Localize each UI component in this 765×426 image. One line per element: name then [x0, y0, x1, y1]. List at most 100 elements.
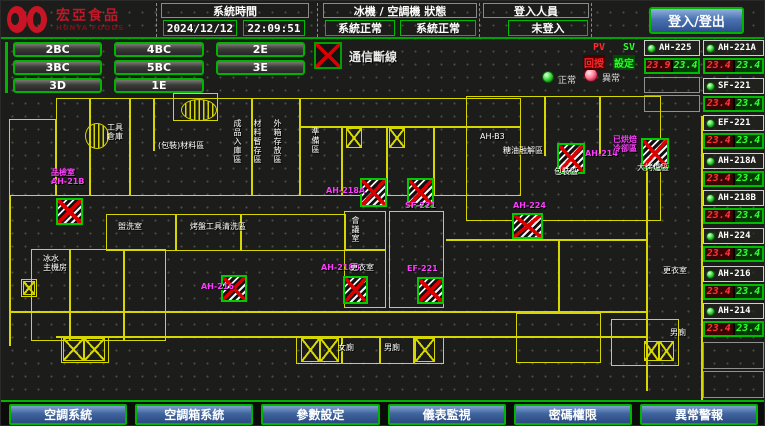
device-name-label: AH-218A: [718, 156, 756, 166]
zone-button-4bc[interactable]: 4BC: [114, 42, 203, 57]
stairwell-x-marker: [63, 338, 84, 361]
device-button-AH-221A[interactable]: AH-221A: [703, 40, 764, 56]
nav-button-1[interactable]: 空調系統: [9, 404, 127, 425]
sv-value: 23.4: [673, 60, 698, 72]
header-divider: [479, 3, 480, 37]
room-label: 準備區: [311, 127, 320, 154]
wall-segment: [379, 336, 381, 364]
normal-legend-label: 正常: [558, 73, 576, 86]
room-label: 男廁: [670, 328, 686, 337]
zone-button-2bc[interactable]: 2BC: [13, 42, 102, 57]
stairwell-x-marker: [644, 341, 659, 361]
nav-button-6[interactable]: 異常警報: [640, 404, 758, 425]
zone-button-3e[interactable]: 3E: [216, 60, 305, 75]
device-button-AH-214[interactable]: AH-214: [703, 303, 764, 319]
zone-button-3bc[interactable]: 3BC: [13, 60, 102, 75]
device-plan-label: AH-218A: [326, 186, 365, 195]
pv-value: 23.4: [705, 248, 733, 260]
pv-value: 23.4: [705, 135, 733, 147]
equipment-status-icon-5[interactable]: [417, 277, 444, 304]
system-time-label: 系統時間: [161, 3, 309, 18]
equipment-status-icon-0[interactable]: [56, 198, 83, 225]
header: 宏亞食品 HUNYA FOODS 系統時間 2024/12/12 22:09:5…: [1, 1, 765, 39]
device-values-AH-221A: 23.423.4: [703, 58, 764, 74]
equipment-status-icon-2[interactable]: [343, 276, 368, 304]
empty-slot: [703, 342, 764, 369]
device-values-AH-216: 23.423.4: [703, 284, 764, 300]
pv-legend-label: PV: [593, 42, 605, 53]
zone-button-3d[interactable]: 3D: [13, 78, 102, 93]
device-plan-label: 已烘焙 冷卻區: [613, 135, 637, 153]
sv-value: 23.4: [735, 248, 763, 260]
nav-button-5[interactable]: 密碼權限: [514, 404, 632, 425]
wall-segment: [241, 214, 346, 251]
room-label: 大烤爐區: [637, 163, 669, 172]
abnormal-led-icon: [584, 68, 598, 82]
bottom-nav: 空調系統空調箱系統參數設定儀表監視密碼權限異常警報: [1, 400, 765, 426]
device-name-label: AH-214: [718, 306, 751, 316]
zone-button-5bc[interactable]: 5BC: [114, 60, 203, 75]
normal-led-icon: [542, 71, 554, 83]
login-logout-button[interactable]: 登入/登出: [649, 7, 744, 34]
device-button-AH-218A[interactable]: AH-218A: [703, 153, 764, 169]
device-name-label: AH-225: [659, 43, 692, 53]
device-button-AH-218B[interactable]: AH-218B: [703, 190, 764, 206]
pv-value: 23.9: [646, 60, 671, 72]
device-button-EF-221[interactable]: EF-221: [703, 115, 764, 131]
sv-value: 23.4: [735, 286, 763, 298]
chiller-status-value: 系統正常: [325, 20, 395, 36]
sv-value: 23.4: [735, 98, 763, 110]
login-status-value: 未登入: [508, 20, 588, 36]
wall-segment: [9, 196, 11, 346]
device-button-AH-224[interactable]: AH-224: [703, 228, 764, 244]
machine-status-label: 冰機 / 空調機 狀態: [323, 3, 477, 18]
sv-value: 23.4: [735, 135, 763, 147]
zone-buttons: 2BC 4BC 2E 3BC 5BC 3E 3D 1E: [5, 42, 305, 93]
brand-logo: 宏亞食品 HUNYA FOODS: [5, 4, 124, 36]
device-button-SF-221[interactable]: SF-221: [703, 78, 764, 94]
stairwell-x-marker: [320, 338, 339, 362]
device-plan-label: AH-216: [201, 282, 234, 291]
room-label: 包裝區: [554, 167, 578, 176]
nav-button-2[interactable]: 空調箱系統: [135, 404, 253, 425]
feedback-legend-label: 回授: [583, 55, 605, 70]
status-led-icon: [706, 157, 715, 166]
status-led-icon: [706, 119, 715, 128]
wall-segment: [446, 239, 646, 241]
pv-value: 23.4: [705, 60, 733, 72]
wall-segment: [153, 98, 155, 151]
device-button-AH-216[interactable]: AH-216: [703, 266, 764, 282]
room-label: 盥洗室: [118, 222, 142, 231]
device-plan-label: EF-221: [407, 264, 438, 273]
device-values-SF-221: 23.423.4: [703, 96, 764, 112]
zone-button-1e[interactable]: 1E: [114, 78, 203, 93]
wall-segment: [544, 96, 546, 156]
status-led-icon: [706, 44, 715, 53]
nav-button-4[interactable]: 儀表監視: [388, 404, 506, 425]
wall-segment: [69, 249, 71, 341]
wall-segment: [701, 116, 703, 400]
device-values-AH-214: 23.423.4: [703, 321, 764, 337]
zone-button-2e[interactable]: 2E: [216, 42, 305, 57]
wall-segment: [176, 214, 241, 251]
sv-legend-label: SV: [623, 42, 635, 53]
room-label: 冰水 主機房: [43, 254, 67, 272]
comm-loss-label: 通信斷線: [349, 48, 397, 65]
device-plan-label: SF-221: [405, 201, 436, 210]
room-label: 烤盤工具清洗區: [190, 222, 246, 231]
empty-slot: [703, 371, 764, 398]
device-button-AH-225[interactable]: AH-225: [644, 40, 700, 56]
pv-value: 23.4: [705, 98, 733, 110]
wall-segment: [299, 98, 301, 196]
ac-status-value: 系統正常: [400, 20, 476, 36]
room-label: 材料暫存區: [253, 119, 262, 164]
room-label: 更衣室: [663, 266, 687, 275]
status-led-icon: [706, 307, 715, 316]
status-led-icon: [706, 194, 715, 203]
system-date-value: 2024/12/12: [163, 20, 237, 36]
device-name-label: AH-221A: [718, 43, 756, 53]
wall-segment: [558, 239, 560, 311]
nav-button-3[interactable]: 參數設定: [261, 404, 379, 425]
equipment-status-icon-6[interactable]: [512, 213, 543, 239]
device-name-label: AH-224: [718, 231, 751, 241]
